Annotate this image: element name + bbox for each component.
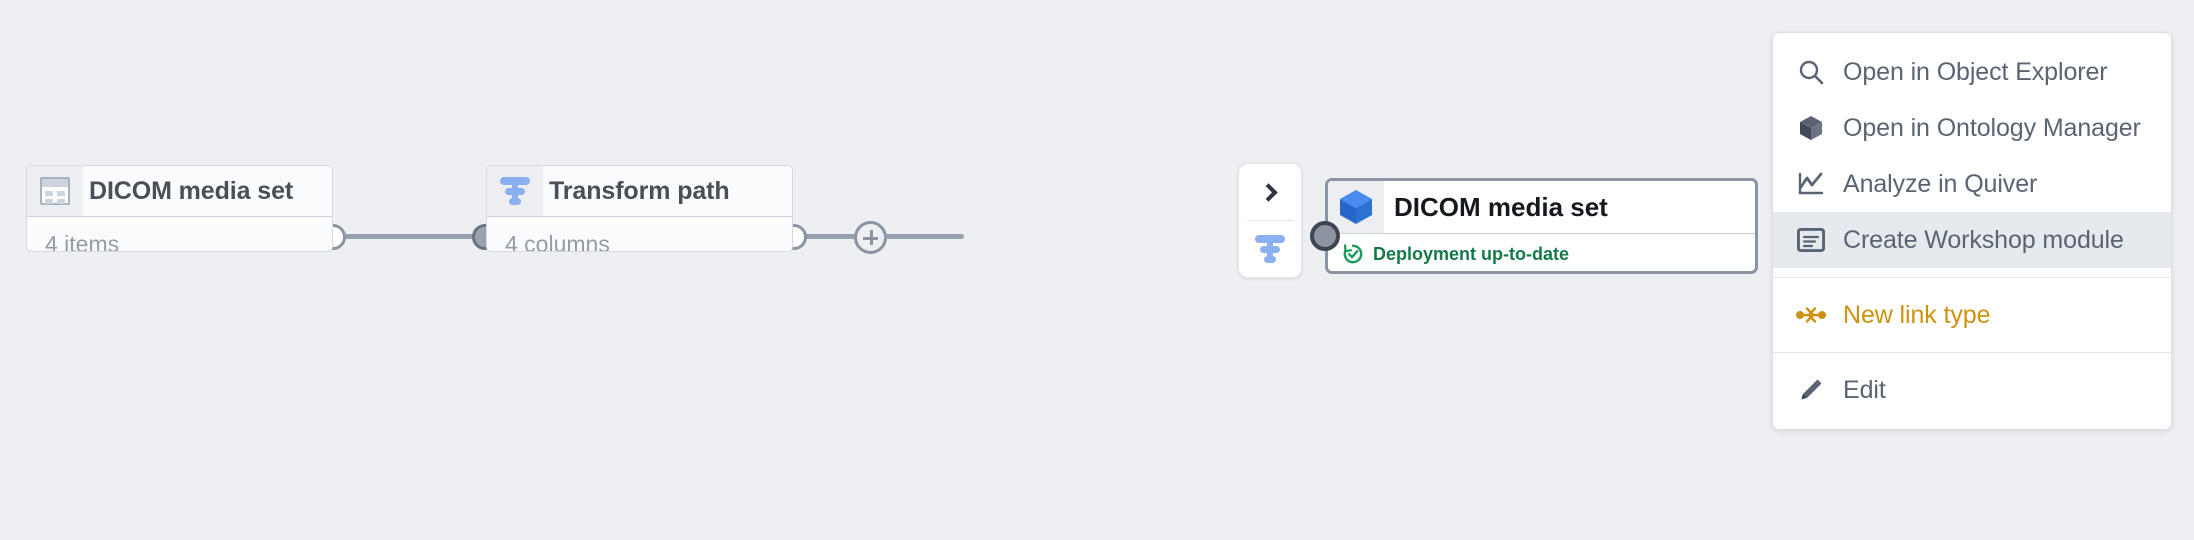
node-header: DICOM media set [27, 166, 332, 216]
menu-item-analyze-in-quiver[interactable]: Analyze in Quiver [1773, 156, 2171, 212]
menu-divider [1773, 352, 2171, 353]
node-header: DICOM media set [1328, 181, 1755, 233]
workshop-module-icon [1795, 228, 1827, 252]
menu-item-new-link-type[interactable]: New link type [1773, 287, 2171, 343]
node-transform-path[interactable]: Transform path 4 columns [486, 165, 793, 252]
menu-item-open-in-object-explorer[interactable]: Open in Object Explorer [1773, 44, 2171, 100]
menu-item-label: New link type [1843, 300, 1991, 329]
chevron-right-icon [1258, 182, 1278, 202]
menu-item-create-workshop-module[interactable]: Create Workshop module [1773, 212, 2171, 268]
toolbar-expand-button[interactable] [1239, 164, 1301, 220]
link-type-icon [1795, 306, 1827, 324]
node-title: DICOM media set [1394, 191, 1608, 222]
menu-divider [1773, 277, 2171, 278]
pencil-icon [1795, 377, 1827, 403]
deployment-check-icon [1343, 244, 1363, 264]
cube-icon [1795, 114, 1827, 142]
cube-icon-svg [1340, 190, 1372, 224]
transform-icon [1254, 233, 1286, 265]
search-icon [1795, 58, 1827, 86]
menu-item-label: Create Workshop module [1843, 225, 2124, 254]
transform-icon [487, 166, 543, 216]
status-text: Deployment up-to-date [1373, 243, 1569, 264]
table-icon [27, 166, 83, 216]
node-toolbar [1238, 163, 1302, 278]
pipeline-canvas: DICOM media set 4 items Transform path 4… [0, 0, 2194, 540]
node-title: Transform path [549, 176, 730, 205]
menu-item-label: Open in Ontology Manager [1843, 113, 2141, 142]
edge-add-to-output [884, 234, 964, 239]
line-chart-icon [1795, 171, 1827, 197]
toolbar-transform-button[interactable] [1239, 221, 1301, 277]
menu-item-label: Edit [1843, 375, 1886, 404]
menu-item-label: Open in Object Explorer [1843, 57, 2108, 86]
node-subtitle: 4 columns [505, 231, 610, 252]
menu-item-open-in-ontology-manager[interactable]: Open in Ontology Manager [1773, 100, 2171, 156]
input-port-dicom-output[interactable] [1310, 221, 1340, 251]
cube-icon [1328, 181, 1384, 233]
node-header: Transform path [487, 166, 792, 216]
menu-item-label: Analyze in Quiver [1843, 169, 2038, 198]
add-step-button[interactable] [854, 221, 887, 254]
context-menu: Open in Object Explorer Open in Ontology… [1772, 32, 2172, 430]
menu-item-edit[interactable]: Edit [1773, 362, 2171, 418]
node-title: DICOM media set [89, 176, 294, 205]
status-badge: Deployment up-to-date [1328, 234, 1755, 271]
node-dicom-media-set-output[interactable]: DICOM media set Deployment up-to-date [1325, 178, 1758, 274]
edge-input-to-transform [333, 234, 493, 239]
node-subtitle: 4 items [45, 231, 120, 252]
node-dicom-media-set-input[interactable]: DICOM media set 4 items [26, 165, 333, 252]
